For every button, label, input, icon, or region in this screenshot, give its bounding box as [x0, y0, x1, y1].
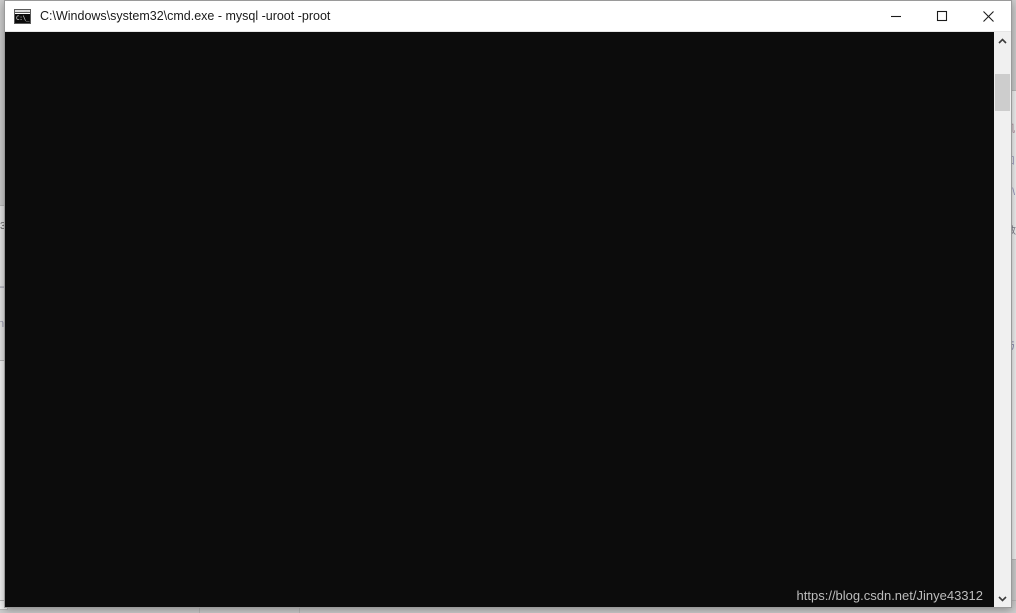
- scroll-up-button[interactable]: [994, 32, 1011, 50]
- scroll-down-button[interactable]: [994, 589, 1011, 607]
- vertical-scrollbar[interactable]: [993, 32, 1011, 607]
- scroll-track[interactable]: [994, 50, 1011, 589]
- console-area[interactable]: https://blog.csdn.net/Jinye43312: [5, 32, 1011, 607]
- cmd-icon-screen: C:\_: [15, 13, 30, 23]
- close-button[interactable]: [965, 1, 1011, 32]
- scroll-thumb[interactable]: [995, 74, 1010, 111]
- chevron-down-icon: [998, 595, 1007, 602]
- minimize-icon: [891, 15, 901, 18]
- cmd-icon-dots: ···: [24, 8, 29, 13]
- maximize-button[interactable]: [919, 1, 965, 32]
- minimize-button[interactable]: [873, 1, 919, 32]
- cmd-window: ··· C:\_ C:\Windows\system32\cmd.exe - m…: [4, 0, 1012, 608]
- background-text-right-3: \: [1012, 187, 1015, 198]
- maximize-icon: [936, 10, 948, 22]
- window-title: C:\Windows\system32\cmd.exe - mysql -uro…: [40, 9, 331, 23]
- close-icon: [982, 10, 994, 22]
- cmd-icon-titlebar: ···: [15, 8, 30, 13]
- title-bar[interactable]: ··· C:\_ C:\Windows\system32\cmd.exe - m…: [5, 1, 1011, 32]
- chevron-up-icon: [998, 37, 1007, 44]
- console-output[interactable]: [5, 32, 993, 607]
- cmd-console-icon: ··· C:\_: [14, 8, 31, 24]
